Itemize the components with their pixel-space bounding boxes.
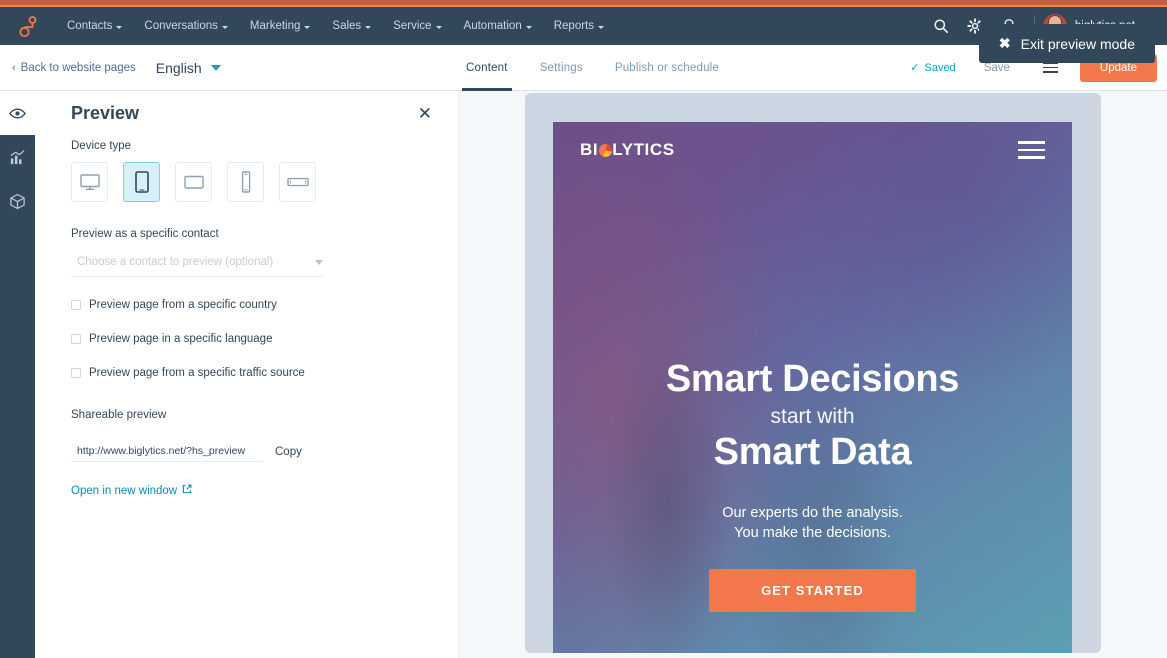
search-icon[interactable] [924,7,958,45]
nav-item-conversations[interactable]: Conversations [133,7,239,45]
tab-content[interactable]: Content [450,45,524,91]
share-url-input[interactable] [71,441,263,462]
preview-settings-panel: Preview ✕ Device type Preview as a speci… [35,91,459,658]
site-header: BI LYTICS [553,122,1072,178]
rail-item-analytics-chart-icon[interactable] [0,135,35,179]
exit-preview-mode-button[interactable]: ✖ Exit preview mode [978,24,1155,63]
site-logo[interactable]: BI LYTICS [580,140,675,160]
chevron-down-icon [598,25,605,29]
hubspot-sprocket-icon[interactable] [14,13,40,39]
nav-item-contacts[interactable]: Contacts [56,7,133,45]
nav-label: Service [393,20,432,32]
checkbox-country[interactable] [71,300,81,310]
chevron-down-icon [365,25,372,29]
contact-placeholder: Choose a contact to preview (optional) [77,256,274,268]
tab-label: Content [466,61,508,74]
site-hamburger-menu-icon[interactable] [1018,141,1045,159]
checkbox-label: Preview page from a specific traffic sou… [89,367,305,379]
checkbox-traffic-source[interactable] [71,368,81,378]
left-icon-rail [0,91,35,658]
device-option-mobile-landscape[interactable] [279,162,316,202]
nav-label: Marketing [249,20,301,32]
rail-item-modules-cube-icon[interactable] [0,179,35,223]
checkbox-label: Preview page from a specific country [89,299,277,311]
external-link-icon [182,484,192,497]
chevron-down-icon [315,259,323,265]
chevron-down-icon [304,25,311,29]
language-select[interactable]: English [156,60,221,76]
nav-label: Reports [553,20,595,32]
shareable-preview-label: Shareable preview [71,409,167,421]
logo-text-left: BI [580,140,599,159]
back-to-website-pages-link[interactable]: ‹ Back to website pages [0,62,136,74]
logo-text-right: LYTICS [612,140,675,159]
device-type-selector [55,162,438,202]
nav-label: Automation [463,20,522,32]
status-badge-saved: ✓ Saved [900,61,965,75]
hero-headline-connector: start with [770,405,855,428]
editor-tabs: Content Settings Publish or schedule [450,45,735,91]
device-frame-tablet: BI LYTICS Smart Decisions start with Sma… [525,93,1101,653]
contact-select-input[interactable]: Choose a contact to preview (optional) [71,250,323,277]
nav-item-automation[interactable]: Automation [453,7,543,45]
nav-item-marketing[interactable]: Marketing [239,7,322,45]
page-title: Preview [71,103,140,123]
tab-label: Publish or schedule [614,61,720,74]
preview-as-contact-label: Preview as a specific contact [71,228,219,240]
hero-headline-secondary: Smart Data [713,431,912,473]
close-icon[interactable]: ✕ [412,103,438,124]
chevron-left-icon: ‹ [12,61,16,74]
hero-content: Smart Decisions start with Smart Data Ou… [553,358,1072,613]
preview-iframe[interactable]: BI LYTICS Smart Decisions start with Sma… [553,122,1072,653]
checkbox-label: Preview page in a specific language [89,333,273,345]
nav-item-sales[interactable]: Sales [321,7,382,45]
chevron-down-icon [210,64,221,71]
checkbox-language[interactable] [71,334,81,344]
language-label: English [155,59,202,76]
panel-header: Preview ✕ [55,91,438,140]
preview-stage: ✖ Exit preview mode BI LYTICS Smart Deci… [459,24,1167,658]
editor-body: Preview ✕ Device type Preview as a speci… [0,24,1167,658]
hero-headline-primary: Smart Decisions [665,358,960,400]
hero-subtext-line2: You make the decisions. [734,524,891,541]
get-started-button[interactable]: GET STARTED [709,569,916,613]
pie-chart-circle-icon [598,143,612,157]
chevron-down-icon [116,25,123,29]
device-type-label: Device type [71,140,132,152]
tab-settings[interactable]: Settings [524,45,599,91]
close-icon: ✖ [998,35,1011,51]
checkbox-row-language[interactable]: Preview page in a specific language [55,333,438,345]
tab-label: Settings [539,61,583,74]
device-option-tablet-portrait[interactable] [123,162,160,202]
save-button[interactable]: Save [966,62,1028,74]
device-option-desktop[interactable] [71,162,108,202]
exit-preview-label: Exit preview mode [1020,35,1135,52]
nav-label: Sales [332,20,362,32]
nav-label: Conversations [144,20,218,32]
check-icon: ✓ [910,62,920,74]
back-label: Back to website pages [20,61,136,74]
checkbox-row-country[interactable]: Preview page from a specific country [55,299,438,311]
nav-label: Contacts [67,20,113,32]
open-in-new-window-link[interactable]: Open in new window [55,484,438,497]
checkbox-row-traffic-source[interactable]: Preview page from a specific traffic sou… [55,367,438,379]
chevron-down-icon [435,25,442,29]
copy-button[interactable]: Copy [275,446,302,458]
chevron-down-icon [221,25,228,29]
hero-subtext-line1: Our experts do the analysis. [722,505,903,521]
nav-item-reports[interactable]: Reports [543,7,615,45]
saved-label: Saved [924,61,956,74]
rail-item-preview-eye-icon[interactable] [0,91,35,135]
chevron-down-icon [525,25,532,29]
device-option-mobile-portrait[interactable] [227,162,264,202]
device-option-tablet-landscape[interactable] [175,162,212,202]
open-new-label: Open in new window [71,484,178,497]
shareable-preview-row: Copy [55,441,438,462]
hero-subtext: Our experts do the analysis. You make th… [553,504,1072,543]
nav-item-service[interactable]: Service [382,7,452,45]
tab-publish-or-schedule[interactable]: Publish or schedule [599,45,735,91]
